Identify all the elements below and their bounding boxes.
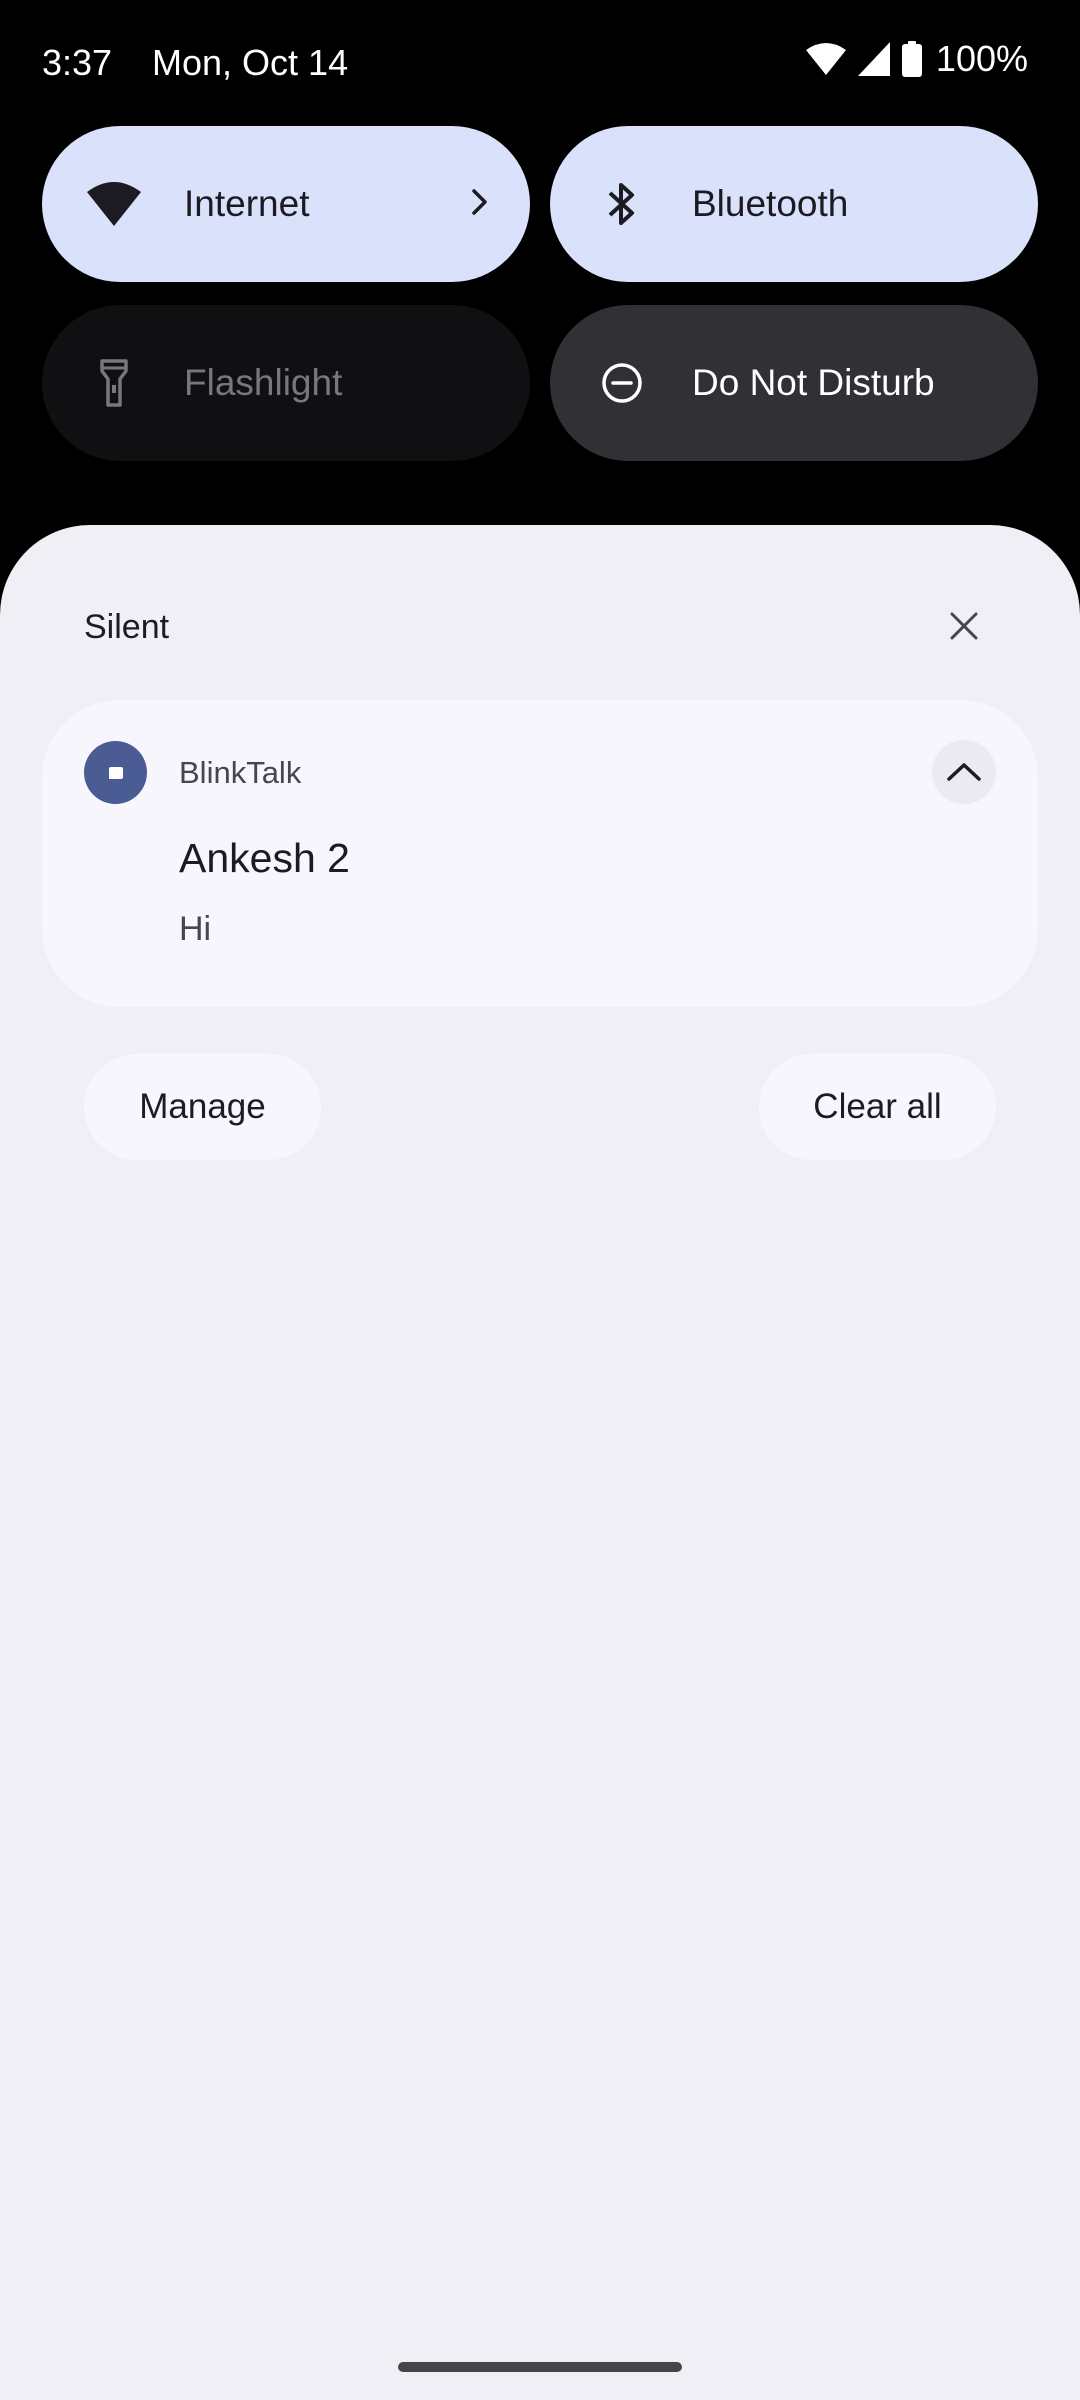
status-date: Mon, Oct 14	[152, 42, 349, 83]
flashlight-tile-label: Flashlight	[184, 362, 343, 403]
clear-all-button[interactable]: Clear all	[759, 1054, 996, 1160]
close-icon[interactable]	[942, 604, 986, 648]
internet-tile[interactable]: Internet	[42, 126, 530, 282]
bluetooth-tile[interactable]: Bluetooth	[550, 126, 1038, 282]
notification-text: Hi	[179, 910, 212, 948]
wifi-icon	[84, 174, 144, 234]
battery-icon	[901, 41, 922, 77]
bluetooth-tile-label: Bluetooth	[692, 183, 849, 224]
do-not-disturb-tile[interactable]: Do Not Disturb	[550, 305, 1038, 461]
cellular-signal-icon	[857, 42, 890, 76]
chevron-up-icon	[947, 763, 981, 781]
flashlight-icon	[84, 353, 144, 413]
notification-app-name: BlinkTalk	[179, 755, 302, 790]
do-not-disturb-icon	[592, 353, 652, 413]
collapse-button[interactable]	[932, 740, 996, 804]
chevron-right-icon	[470, 183, 490, 225]
flashlight-tile[interactable]: Flashlight	[42, 305, 530, 461]
status-time: 3:37	[42, 42, 113, 83]
chat-bubble-icon	[108, 766, 123, 779]
bluetooth-icon	[592, 174, 652, 234]
status-bar: 3:37 Mon, Oct 14 100%	[0, 0, 1080, 126]
section-title-silent: Silent	[84, 608, 170, 646]
status-icons: 100%	[805, 38, 1028, 80]
notification-title: Ankesh 2	[179, 835, 350, 881]
app-icon	[84, 741, 147, 804]
wifi-signal-icon	[805, 42, 846, 76]
do-not-disturb-tile-label: Do Not Disturb	[692, 362, 935, 403]
internet-tile-label: Internet	[184, 183, 310, 224]
manage-button[interactable]: Manage	[84, 1054, 321, 1160]
battery-percentage: 100%	[935, 38, 1028, 79]
home-indicator[interactable]	[398, 2362, 682, 2372]
